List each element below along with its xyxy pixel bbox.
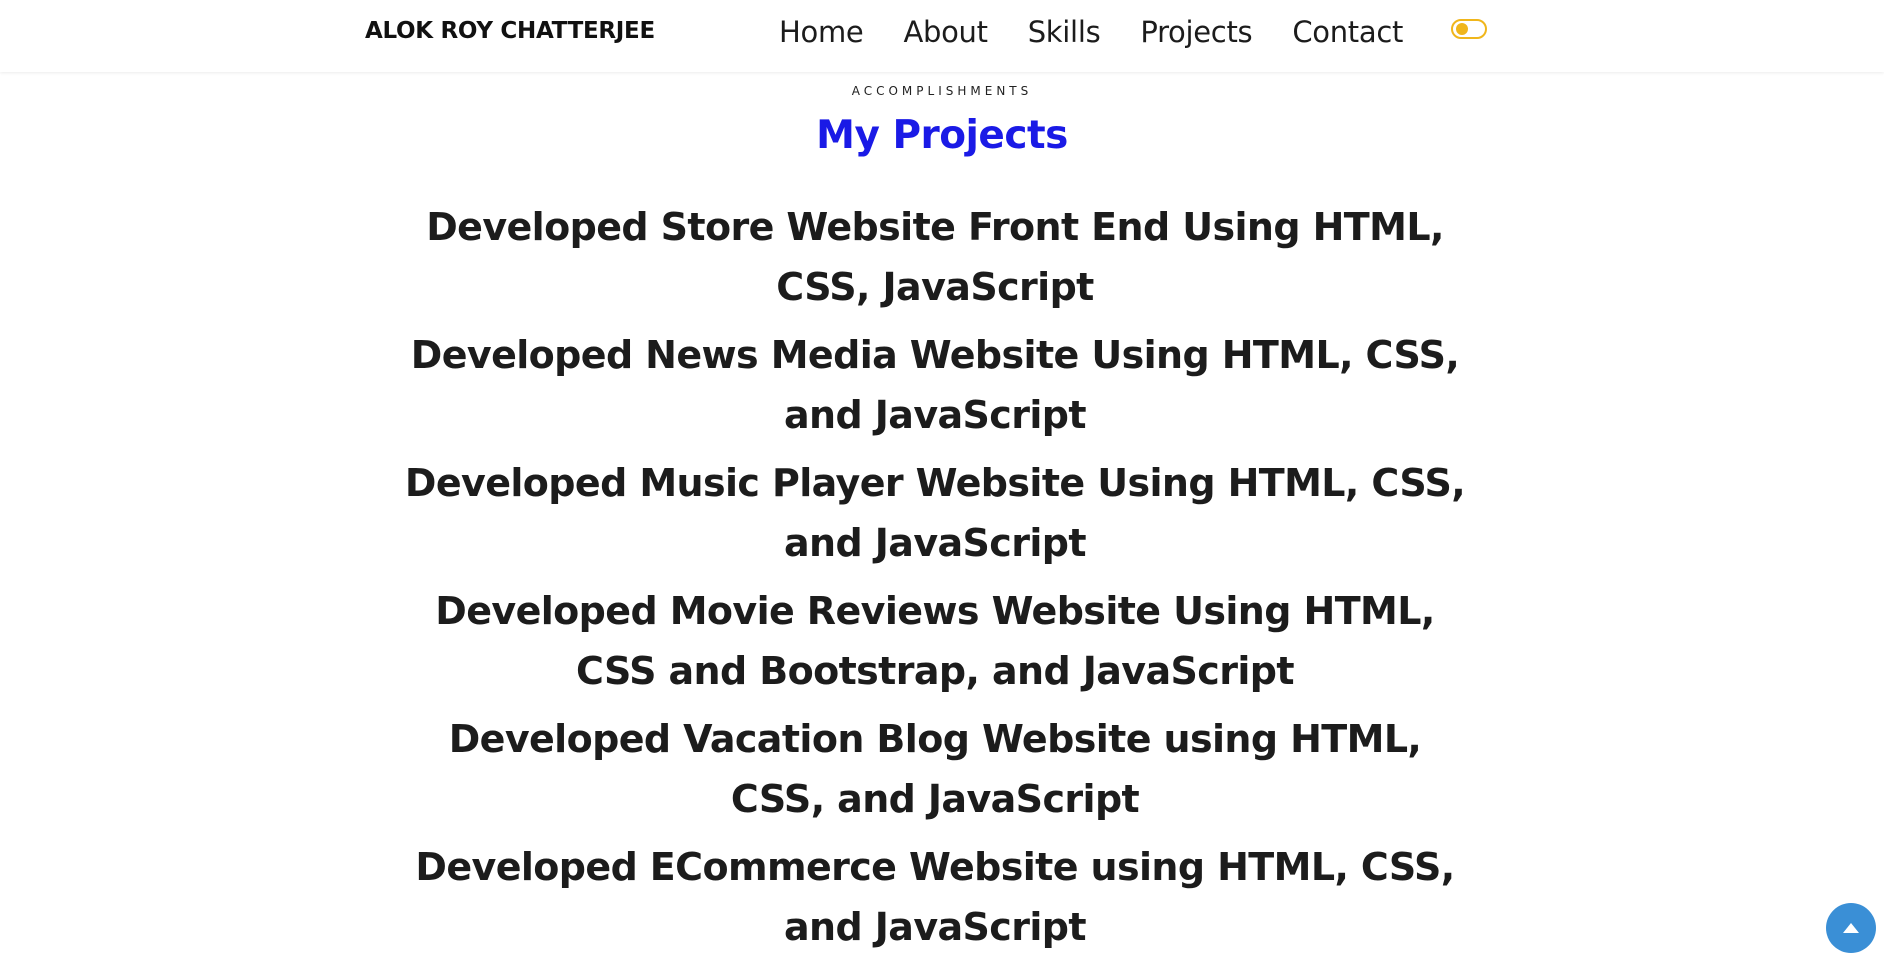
project-list: Developed Store Website Front End Using … bbox=[360, 197, 1510, 965]
project-item: Developed ECommerce Website using HTML, … bbox=[415, 845, 1455, 949]
brand-logo-text[interactable]: ALOK ROY CHATTERJEE bbox=[365, 18, 655, 44]
nav-link-home[interactable]: Home bbox=[779, 15, 864, 49]
project-item: Developed Store Website Front End Using … bbox=[426, 205, 1444, 309]
nav-link-contact[interactable]: Contact bbox=[1292, 15, 1403, 49]
toggle-switch-icon bbox=[1456, 23, 1468, 35]
scroll-to-top-button[interactable] bbox=[1826, 903, 1876, 953]
nav-link-skills[interactable]: Skills bbox=[1028, 15, 1101, 49]
nav-link-about[interactable]: About bbox=[903, 15, 988, 49]
section-title: My Projects bbox=[816, 113, 1068, 158]
nav-link-projects[interactable]: Projects bbox=[1140, 15, 1252, 49]
caret-up-icon bbox=[1843, 923, 1859, 933]
project-item: Developed Movie Reviews Website Using HT… bbox=[435, 589, 1435, 693]
main-nav: Home About Skills Projects Contact bbox=[779, 10, 1403, 54]
project-item: Developed Vacation Blog Website using HT… bbox=[448, 717, 1422, 821]
navbar: ALOK ROY CHATTERJEE Home About Skills Pr… bbox=[0, 0, 1884, 72]
theme-toggle-switch[interactable] bbox=[1451, 19, 1487, 39]
project-item: Developed Music Player Website Using HTM… bbox=[404, 461, 1466, 565]
project-item: Developed News Media Website Using HTML,… bbox=[410, 333, 1460, 437]
section-eyebrow: ACCOMPLISHMENTS bbox=[851, 84, 1033, 98]
